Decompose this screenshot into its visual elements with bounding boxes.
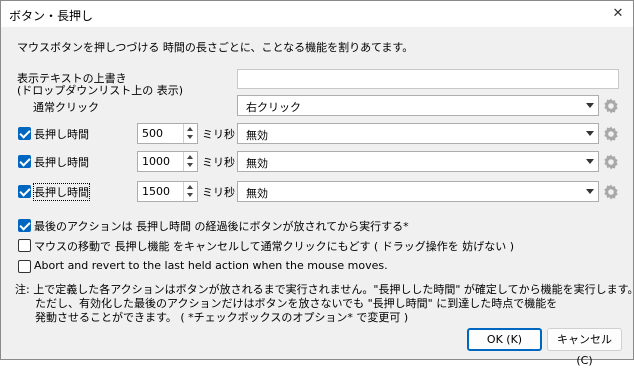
chevron-down-icon [586, 189, 594, 194]
unit-label: ミリ秒 [202, 128, 235, 141]
normal-click-select[interactable]: 右クリック [237, 95, 599, 116]
spin-buttons[interactable] [183, 152, 197, 171]
ok-button[interactable]: OK (K) [467, 328, 542, 351]
dialog-window: ボタン・長押し ✕ マウスボタンを押しつづける 時間の長さごとに、ことなる機能を… [0, 0, 634, 367]
gear-icon[interactable] [602, 153, 620, 171]
title-bar[interactable]: ボタン・長押し ✕ [1, 1, 633, 27]
long-press-1-checkbox[interactable] [18, 127, 31, 140]
spin-buttons[interactable] [183, 182, 197, 201]
unit-label: ミリ秒 [202, 186, 235, 199]
long-press-2-stepper[interactable]: 1000 [137, 151, 198, 172]
option-1-checkbox[interactable] [18, 219, 31, 232]
long-press-3-stepper[interactable]: 1500 [137, 181, 198, 202]
chevron-down-icon [586, 103, 594, 108]
window-title: ボタン・長押し [9, 9, 94, 23]
long-press-1-label: 長押し時間 [34, 128, 89, 141]
long-press-2-select[interactable]: 無効 [237, 151, 599, 172]
normal-click-value: 右クリック [246, 101, 301, 114]
description-text: マウスボタンを押しつづける 時間の長さごとに、ことなる機能を割りあてます。 [17, 41, 414, 54]
close-icon[interactable]: ✕ [609, 5, 627, 23]
normal-click-label: 通常クリック [33, 101, 99, 114]
option-3-checkbox[interactable] [18, 260, 31, 273]
long-press-1-select[interactable]: 無効 [237, 123, 599, 144]
gear-icon[interactable] [602, 125, 620, 143]
spin-up-icon[interactable] [187, 155, 193, 159]
long-press-2-action: 無効 [246, 157, 268, 170]
spin-buttons[interactable] [183, 124, 197, 143]
override-text-input[interactable] [237, 69, 619, 89]
option-1-label[interactable]: 最後のアクションは 長押し時間 の経過後にボタンが放されてから実行する* [34, 218, 409, 234]
gear-icon[interactable] [602, 183, 620, 201]
option-2-label[interactable]: マウスの移動で 長押し機能 をキャンセルして通常クリックにもどす ( ドラッグ操… [34, 238, 514, 254]
long-press-1-value: 500 [142, 127, 163, 140]
spin-down-icon[interactable] [187, 193, 193, 197]
chevron-down-icon [586, 131, 594, 136]
spin-down-icon[interactable] [187, 135, 193, 139]
chevron-down-icon [586, 159, 594, 164]
long-press-2-label: 長押し時間 [34, 156, 89, 169]
long-press-3-value: 1500 [142, 185, 170, 198]
long-press-2-checkbox[interactable] [18, 155, 31, 168]
long-press-3-label: 長押し時間 [33, 183, 90, 201]
long-press-1-stepper[interactable]: 500 [137, 123, 198, 144]
unit-label: ミリ秒 [202, 156, 235, 169]
option-3-label[interactable]: Abort and revert to the last held action… [34, 259, 388, 272]
long-press-3-action: 無効 [246, 187, 268, 200]
gear-icon[interactable] [602, 97, 620, 115]
cancel-button[interactable]: キャンセル (C) [547, 328, 622, 367]
option-2-checkbox[interactable] [18, 239, 31, 252]
spin-up-icon[interactable] [187, 185, 193, 189]
long-press-1-action: 無効 [246, 129, 268, 142]
long-press-2-value: 1000 [142, 155, 170, 168]
override-label-sub: (ドロップダウンリスト上の 表示) [17, 84, 184, 97]
long-press-3-checkbox[interactable] [18, 185, 31, 198]
long-press-3-select[interactable]: 無効 [237, 181, 599, 202]
spin-up-icon[interactable] [187, 127, 193, 131]
spin-down-icon[interactable] [187, 163, 193, 167]
note-line-3: 発動させることができます。 ( *チェックボックスのオプション* で変更可 ) [35, 311, 409, 324]
